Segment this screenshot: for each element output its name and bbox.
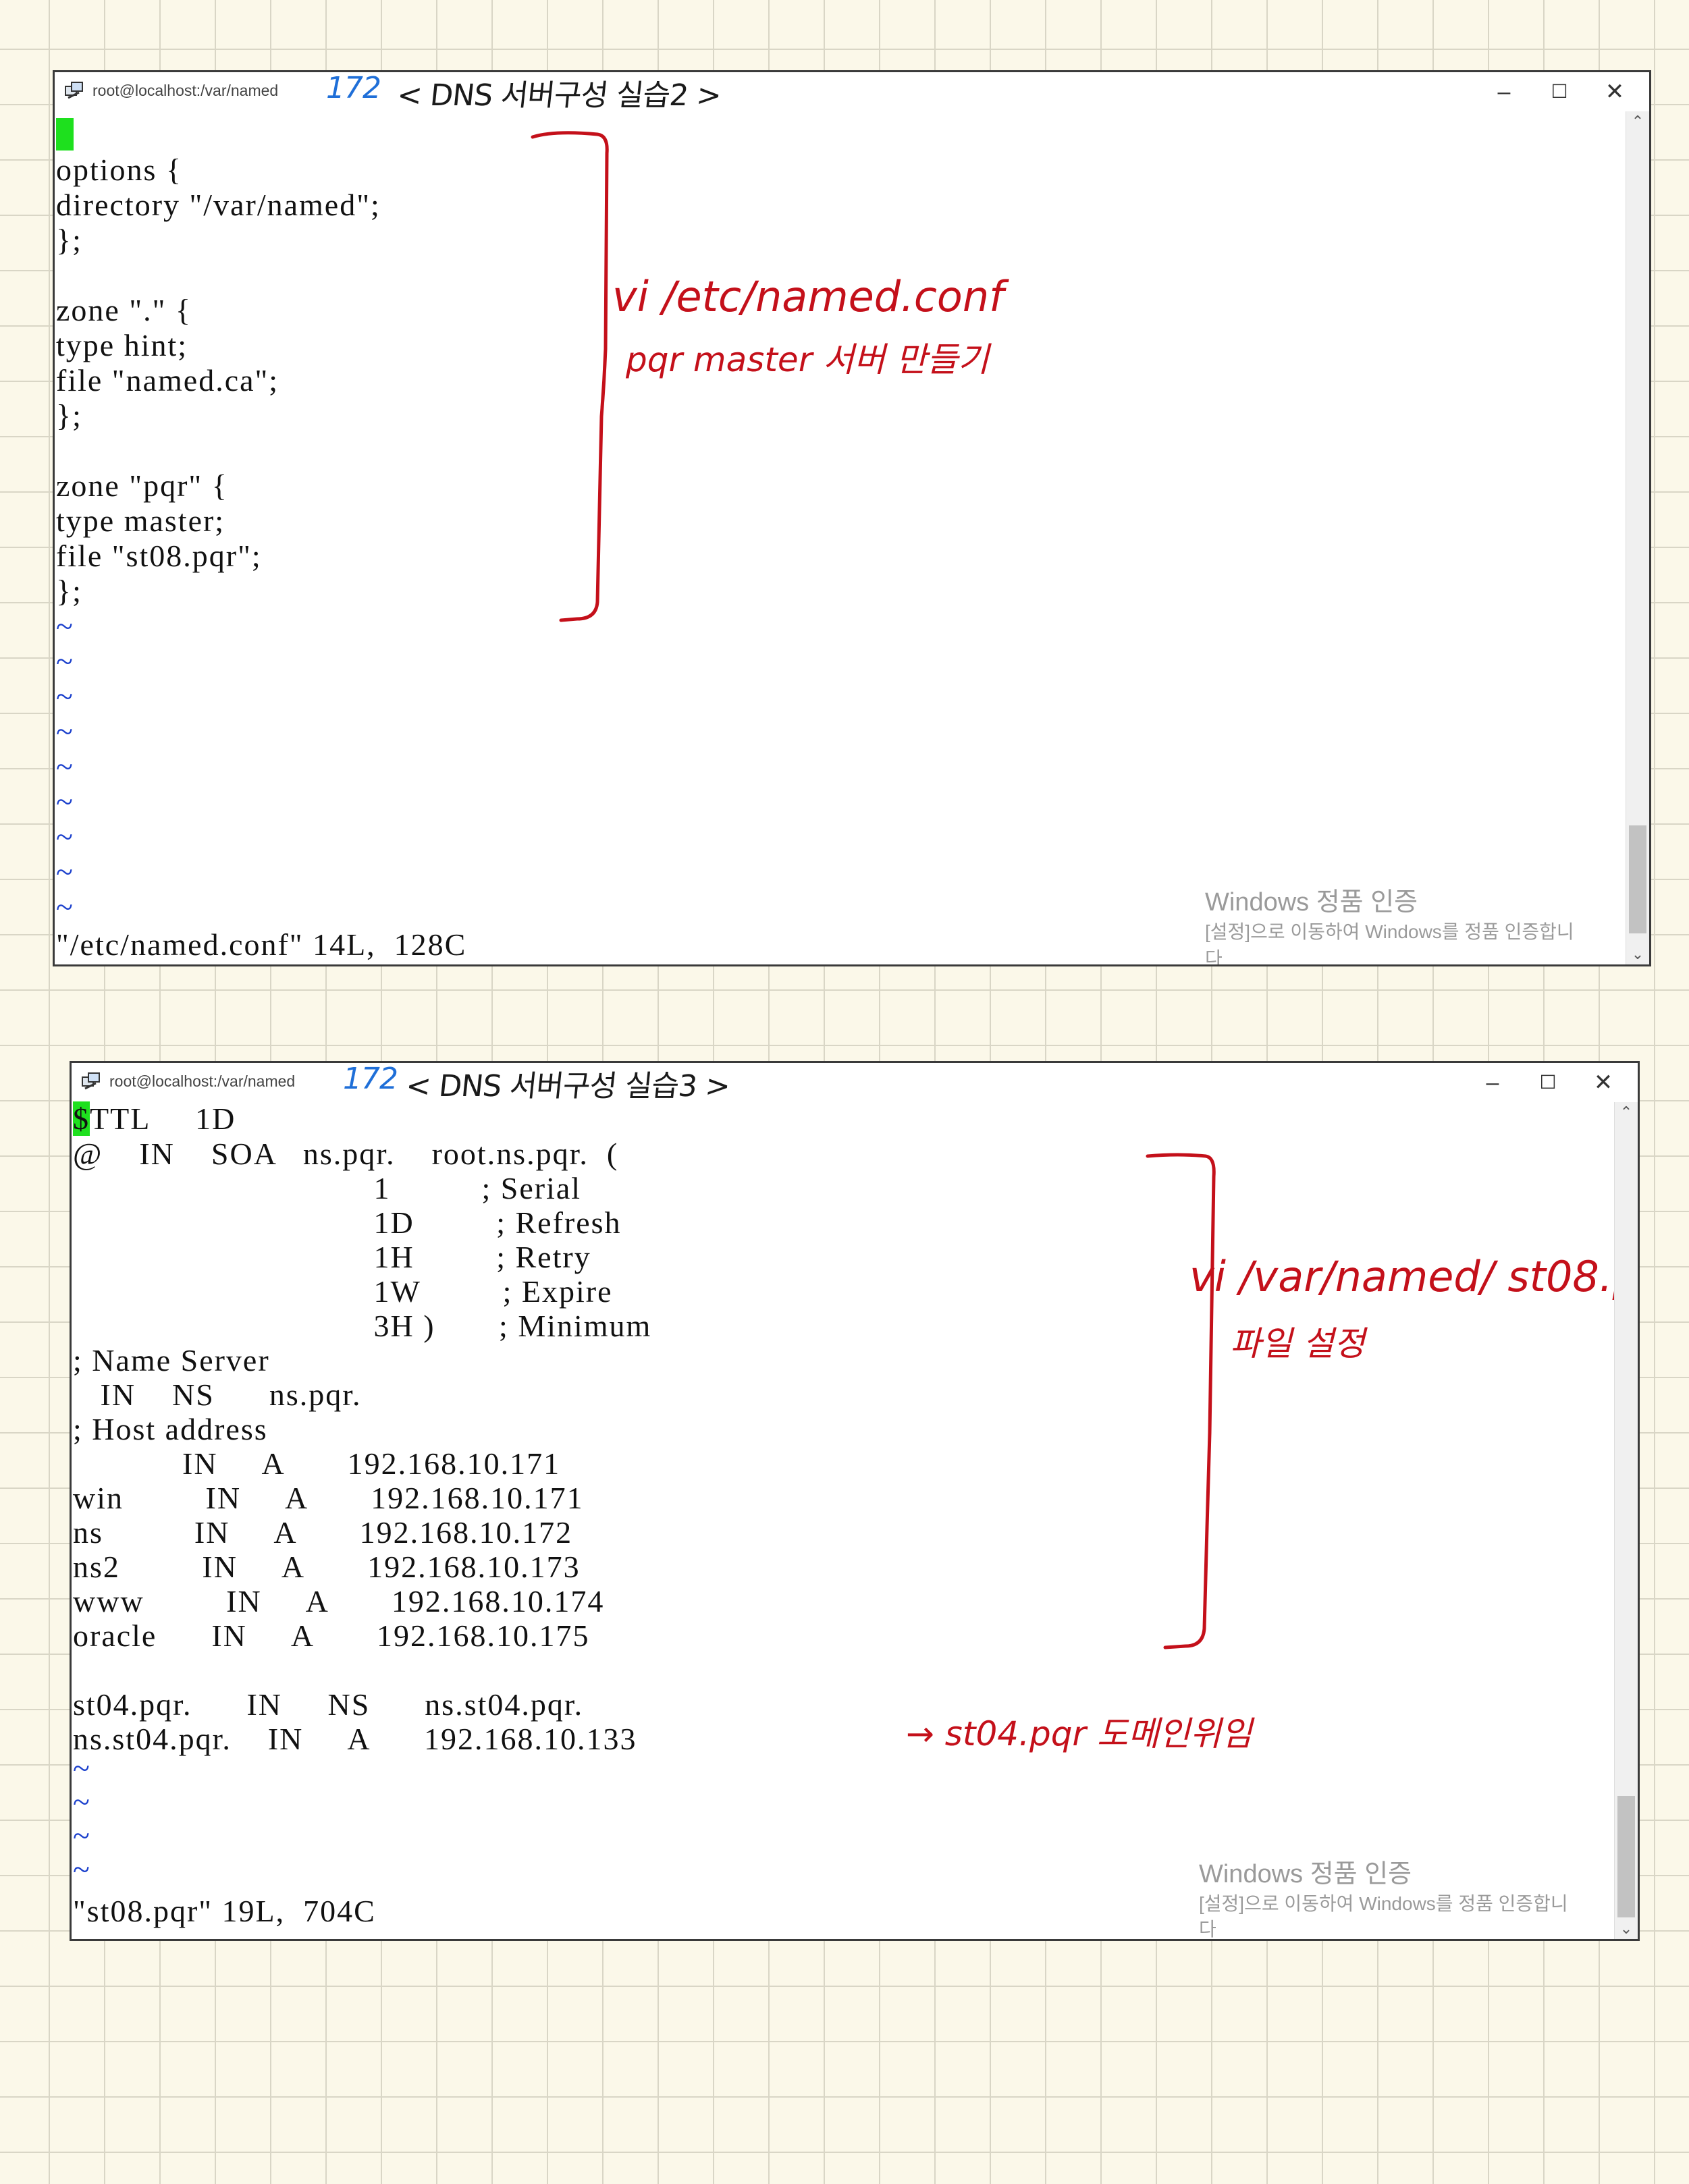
handwritten-note-description: 파일 설정 [1230, 1324, 1365, 1363]
code-line: 3H ) ; Minimum [73, 1309, 652, 1343]
code-line: win IN A 192.168.10.171 [73, 1481, 584, 1515]
scroll-down-icon[interactable]: ⌄ [1615, 1919, 1638, 1939]
handwritten-note-description: pqr master 서버 만들기 [626, 340, 990, 379]
handwritten-note-delegation: → st04.pqr 도메인위임 [906, 1714, 1252, 1753]
title-bar[interactable]: root@localhost:/var/named 172 < DNS 서버구성… [55, 71, 1649, 113]
handwritten-note-command: vi /var/named/ st08.pqr [1189, 1252, 1640, 1301]
terminal-window-named-conf[interactable]: root@localhost:/var/named 172 < DNS 서버구성… [53, 70, 1651, 966]
code-line-ttl: $TTL 1D [73, 1101, 236, 1136]
code-line: IN NS ns.pqr. [73, 1377, 362, 1412]
tilde-line: ~ [56, 819, 74, 854]
minimize-button[interactable]: – [1476, 75, 1532, 109]
terminal-screen[interactable]: $TTL 1D @ IN SOA ns.pqr. root.ns.pqr. ( … [72, 1101, 1638, 1940]
activation-watermark-title: Windows 정품 인증 [1199, 1860, 1412, 1888]
title-bar[interactable]: root@localhost:/var/named 172 < DNS 서버구성… [72, 1062, 1638, 1103]
tilde-line: ~ [56, 854, 74, 889]
activation-watermark-subtitle: [설정]으로 이동하여 Windows를 정품 인증합니 [1205, 921, 1574, 942]
scroll-thumb[interactable] [1629, 825, 1646, 933]
code-line: file "named.ca"; [56, 363, 279, 398]
terminal-window-zone-file[interactable]: root@localhost:/var/named 172 < DNS 서버구성… [70, 1061, 1640, 1941]
code-line: 1D ; Refresh [73, 1205, 622, 1240]
code-line: ; Host address [73, 1412, 268, 1446]
maximize-button[interactable]: ☐ [1532, 75, 1587, 109]
code-line: }; [56, 223, 82, 257]
code-line: ; Name Server [73, 1343, 270, 1377]
code-line: directory "/var/named"; [56, 188, 381, 222]
code-line: oracle IN A 192.168.10.175 [73, 1618, 590, 1653]
code-line: ns IN A 192.168.10.172 [73, 1515, 573, 1550]
code-line: zone "." { [56, 293, 192, 327]
vertical-scrollbar[interactable]: ⌃ ⌄ [1626, 111, 1649, 964]
status-line: "/etc/named.conf" 14L, 128C [56, 927, 467, 962]
scroll-up-icon[interactable]: ⌃ [1615, 1102, 1638, 1122]
text-cursor [56, 118, 74, 151]
code-line: file "st08.pqr"; [56, 539, 262, 573]
code-line: 1H ; Retry [73, 1240, 591, 1274]
tilde-line: ~ [73, 1751, 91, 1785]
code-line: options { [56, 153, 183, 187]
scroll-thumb[interactable] [1617, 1796, 1635, 1917]
tilde-line: ~ [56, 890, 74, 924]
tilde-line: ~ [56, 784, 74, 819]
scroll-down-icon[interactable]: ⌄ [1626, 944, 1649, 964]
status-line: "st08.pqr" 19L, 704C [73, 1894, 376, 1928]
code-line: }; [56, 398, 82, 433]
handwritten-title: < DNS 서버구성 실습3 > [404, 1069, 732, 1103]
cursor-line [56, 118, 74, 152]
tilde-line: ~ [73, 1852, 91, 1886]
code-line: www IN A 192.168.10.174 [73, 1584, 605, 1618]
code-line: 1W ; Expire [73, 1274, 613, 1309]
code-line: zone "pqr" { [56, 468, 228, 503]
handwritten-number: 172 [343, 1062, 398, 1096]
window-title: root@localhost:/var/named [109, 1072, 296, 1090]
bracket-mark [531, 131, 609, 622]
putty-icon [65, 82, 83, 99]
code-line: type master; [56, 503, 225, 538]
handwritten-note-command: vi /etc/named.conf [612, 272, 1004, 321]
window-title: root@localhost:/var/named [92, 82, 279, 99]
tilde-line: ~ [73, 1784, 91, 1819]
code-line: ns2 IN A 192.168.10.173 [73, 1550, 581, 1584]
tilde-line: ~ [56, 679, 74, 713]
tilde-line: ~ [56, 749, 74, 784]
bracket-mark [1146, 1153, 1216, 1649]
activation-watermark-subtitle-cut: 다 [1199, 1919, 1216, 1940]
code-line: st04.pqr. IN NS ns.st04.pqr. [73, 1687, 584, 1722]
handwritten-number: 172 [326, 71, 381, 105]
handwritten-title: < DNS 서버구성 실습2 > [395, 78, 723, 113]
close-button[interactable]: ✕ [1587, 75, 1642, 109]
tilde-line: ~ [56, 609, 74, 643]
code-line: IN A 192.168.10.171 [73, 1446, 561, 1481]
terminal-screen[interactable]: options { directory "/var/named"; }; zon… [55, 111, 1626, 964]
activation-watermark-title: Windows 정품 인증 [1205, 888, 1418, 917]
code-line: @ IN SOA ns.pqr. root.ns.pqr. ( [73, 1137, 619, 1171]
tilde-line: ~ [73, 1818, 91, 1853]
putty-icon [82, 1072, 100, 1090]
activation-watermark-subtitle: [설정]으로 이동하여 Windows를 정품 인증합니 [1199, 1893, 1568, 1914]
activation-watermark-subtitle-cut: 다 [1205, 948, 1223, 966]
close-button[interactable]: ✕ [1576, 1066, 1631, 1099]
tilde-line: ~ [56, 644, 74, 678]
text-cursor: $ [73, 1101, 90, 1136]
tilde-line: ~ [56, 714, 74, 748]
code-line: 1 ; Serial [73, 1171, 582, 1205]
ttl-text: TTL 1D [90, 1101, 236, 1136]
vertical-scrollbar[interactable]: ⌃ ⌄ [1614, 1102, 1638, 1939]
code-line: ns.st04.pqr. IN A 192.168.10.133 [73, 1722, 637, 1756]
code-line: type hint; [56, 328, 188, 362]
minimize-button[interactable]: – [1465, 1066, 1520, 1099]
code-line: }; [56, 574, 82, 608]
scroll-up-icon[interactable]: ⌃ [1626, 111, 1649, 132]
maximize-button[interactable]: ☐ [1520, 1066, 1576, 1099]
